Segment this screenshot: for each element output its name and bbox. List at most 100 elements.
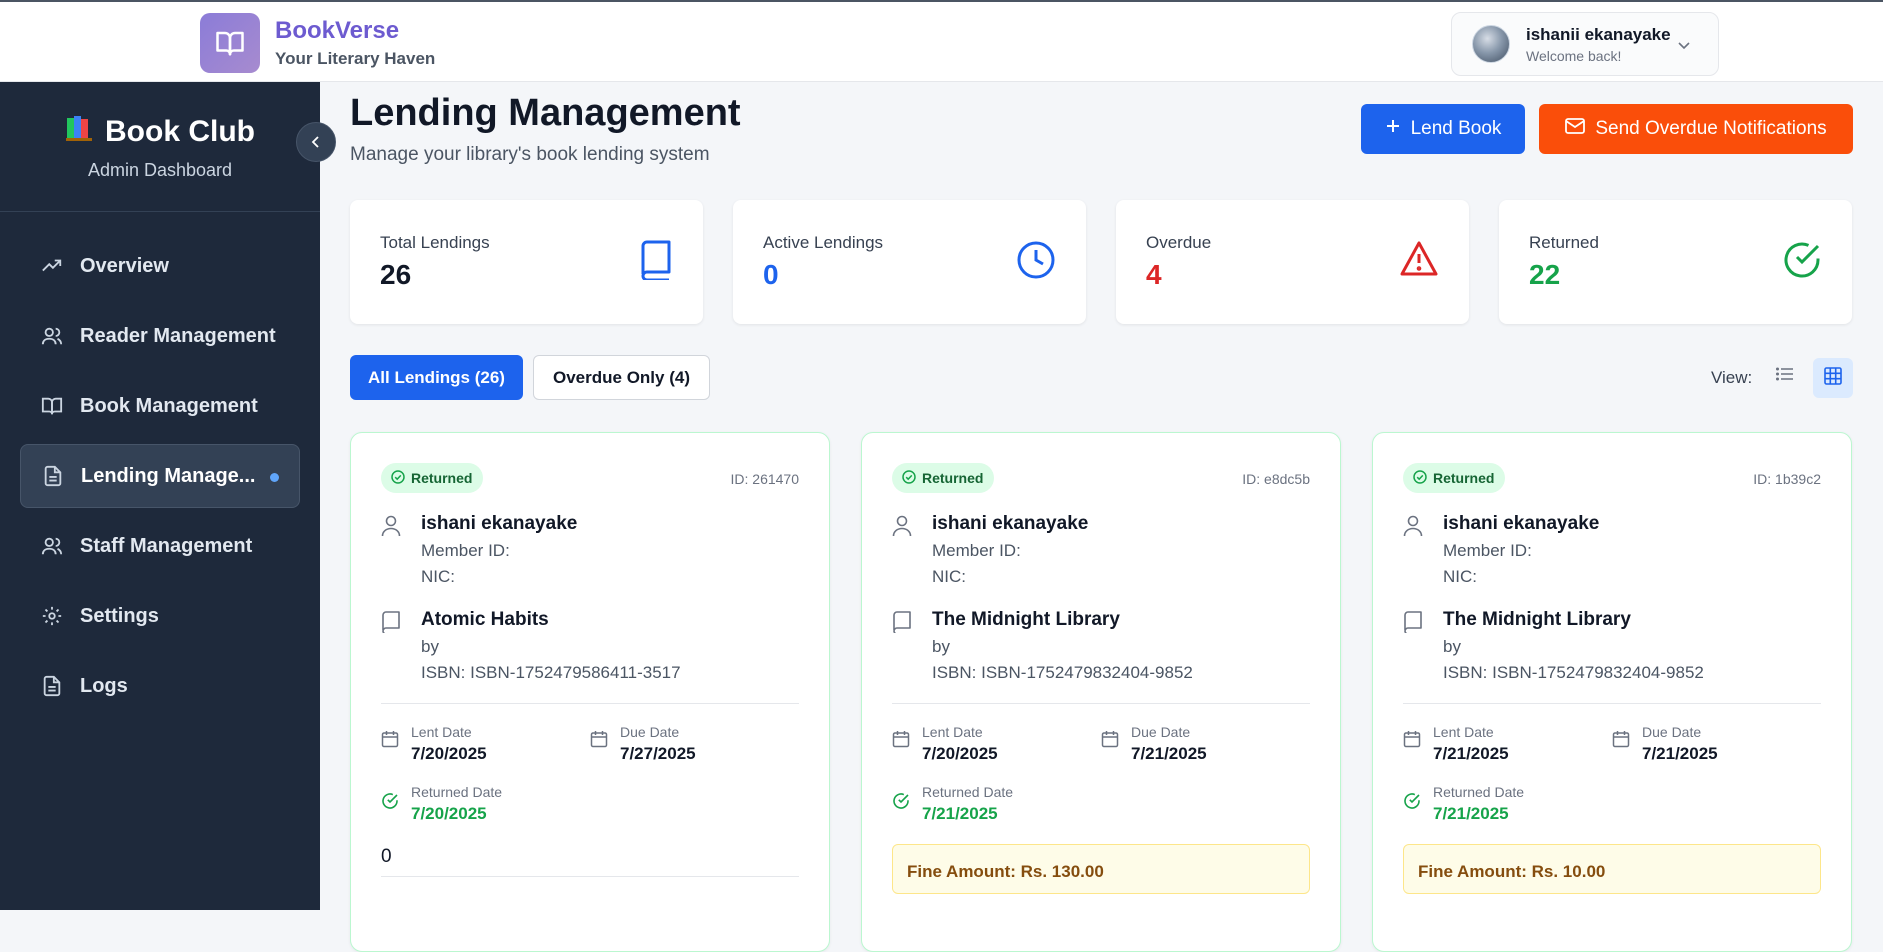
sidebar-item-label: Lending Manage... bbox=[81, 464, 256, 487]
collapse-sidebar-button[interactable] bbox=[296, 122, 336, 162]
stat-value: 22 bbox=[1529, 259, 1561, 290]
page-title: Lending Management bbox=[350, 92, 741, 134]
sidebar-item-label: Book Management bbox=[80, 394, 258, 417]
check-circle-icon bbox=[902, 469, 916, 487]
sidebar-item-book-management[interactable]: Book Management bbox=[20, 374, 300, 438]
nic: NIC: bbox=[932, 567, 966, 586]
mail-icon bbox=[1565, 118, 1586, 140]
book-isbn: ISBN: ISBN-1752479586411-3517 bbox=[421, 663, 681, 682]
lent-date: 7/21/2025 bbox=[1433, 744, 1509, 763]
tab-overdue-only[interactable]: Overdue Only (4) bbox=[533, 355, 710, 400]
stat-card-returned: Returned 22 bbox=[1499, 200, 1852, 324]
book-title: The Midnight Library bbox=[1443, 609, 1631, 630]
active-indicator-dot bbox=[270, 473, 279, 482]
lending-card[interactable]: Returned ID: 261470 ishani ekanayake Mem… bbox=[350, 432, 830, 952]
calendar-icon bbox=[1101, 724, 1121, 764]
document-icon bbox=[41, 464, 65, 488]
book-title: Atomic Habits bbox=[421, 609, 549, 630]
user-icon bbox=[892, 513, 916, 587]
stat-label: Returned bbox=[1529, 233, 1599, 252]
sidebar-item-lending-management[interactable]: Lending Manage... bbox=[20, 444, 300, 508]
send-overdue-label: Send Overdue Notifications bbox=[1595, 118, 1827, 139]
top-bar: BookVerse Your Literary Haven ishanii ek… bbox=[0, 0, 1883, 82]
check-circle-icon bbox=[381, 784, 401, 824]
book-isbn: ISBN: ISBN-1752479832404-9852 bbox=[932, 663, 1193, 682]
due-date-label: Due Date bbox=[1131, 724, 1191, 740]
books-icon bbox=[65, 114, 95, 150]
clock-icon bbox=[1016, 240, 1056, 285]
book-title: The Midnight Library bbox=[932, 609, 1120, 630]
lent-date-label: Lent Date bbox=[411, 724, 472, 740]
status-badge: Returned bbox=[381, 463, 484, 493]
calendar-icon bbox=[1612, 724, 1632, 764]
stat-value: 26 bbox=[380, 259, 412, 290]
returned-date-label: Returned Date bbox=[411, 784, 503, 800]
stat-card-active-lendings: Active Lendings 0 bbox=[733, 200, 1086, 324]
sidebar-item-reader-management[interactable]: Reader Management bbox=[20, 304, 300, 368]
status-badge: Returned bbox=[1403, 463, 1506, 493]
returned-date: 7/20/2025 bbox=[411, 804, 487, 823]
sidebar-nav: Overview Reader Management Book Manageme… bbox=[20, 234, 300, 724]
book-author: by bbox=[932, 637, 950, 656]
lend-book-button[interactable]: Lend Book bbox=[1361, 104, 1525, 154]
lending-id: ID: e8dc5b bbox=[1242, 471, 1310, 487]
returned-date: 7/21/2025 bbox=[922, 804, 998, 823]
sidebar-item-staff-management[interactable]: Staff Management bbox=[20, 514, 300, 578]
calendar-icon bbox=[381, 724, 401, 764]
stat-label: Active Lendings bbox=[763, 233, 884, 252]
sidebar-subtitle: Admin Dashboard bbox=[87, 160, 233, 180]
sidebar-item-logs[interactable]: Logs bbox=[20, 654, 300, 718]
page-subtitle: Manage your library's book lending syste… bbox=[350, 144, 710, 165]
stat-label: Total Lendings bbox=[380, 233, 490, 252]
due-date: 7/27/2025 bbox=[620, 744, 696, 763]
stat-label: Overdue bbox=[1146, 233, 1212, 252]
status-text: Returned bbox=[411, 470, 473, 486]
user-menu[interactable]: ishanii ekanayake Welcome back! bbox=[1451, 12, 1719, 76]
send-overdue-notifications-button[interactable]: Send Overdue Notifications bbox=[1539, 104, 1853, 154]
sidebar-item-settings[interactable]: Settings bbox=[20, 584, 300, 648]
user-welcome: Welcome back! bbox=[1526, 47, 1622, 64]
sidebar-title-text: Book Club bbox=[105, 115, 255, 148]
divider bbox=[381, 703, 799, 704]
sidebar-item-label: Overview bbox=[80, 254, 169, 277]
lent-date-label: Lent Date bbox=[922, 724, 983, 740]
grid-view-button[interactable] bbox=[1813, 358, 1853, 398]
nic: NIC: bbox=[1443, 567, 1477, 586]
returned-date: 7/21/2025 bbox=[1433, 804, 1509, 823]
sidebar-item-label: Reader Management bbox=[80, 324, 276, 347]
trending-up-icon bbox=[40, 254, 64, 278]
reader-name: ishani ekanayake bbox=[932, 513, 1089, 534]
lending-id: ID: 261470 bbox=[730, 471, 800, 487]
returned-date-label: Returned Date bbox=[922, 784, 1014, 800]
divider bbox=[892, 703, 1310, 704]
sidebar: Book Club Admin Dashboard Overview Reade… bbox=[0, 82, 336, 910]
reader-name: ishani ekanayake bbox=[421, 513, 578, 534]
list-view-button[interactable] bbox=[1767, 358, 1803, 394]
lent-date-label: Lent Date bbox=[1433, 724, 1494, 740]
status-text: Returned bbox=[922, 470, 984, 486]
list-icon bbox=[1775, 366, 1794, 386]
view-label: View: bbox=[1711, 368, 1753, 387]
avatar bbox=[1472, 25, 1510, 63]
plus-icon bbox=[1385, 118, 1401, 140]
lending-card[interactable]: Returned ID: e8dc5b ishani ekanayake Mem… bbox=[861, 432, 1341, 952]
check-circle-icon bbox=[892, 784, 912, 824]
grid-icon bbox=[1824, 366, 1842, 390]
brand[interactable]: BookVerse Your Literary Haven bbox=[200, 13, 435, 73]
reader-name: ishani ekanayake bbox=[1443, 513, 1600, 534]
calendar-icon bbox=[1403, 724, 1423, 764]
due-date-label: Due Date bbox=[1642, 724, 1702, 740]
nic: NIC: bbox=[421, 567, 455, 586]
chevron-down-icon[interactable] bbox=[1676, 37, 1692, 58]
calendar-icon bbox=[892, 724, 912, 764]
lending-card[interactable]: Returned ID: 1b39c2 ishani ekanayake Mem… bbox=[1372, 432, 1852, 952]
due-date-label: Due Date bbox=[620, 724, 680, 740]
check-circle-icon bbox=[1782, 240, 1822, 285]
users-icon bbox=[40, 324, 64, 348]
status-badge: Returned bbox=[892, 463, 995, 493]
check-circle-icon bbox=[1413, 469, 1427, 487]
tab-all-lendings[interactable]: All Lendings (26) bbox=[350, 355, 523, 400]
sidebar-item-overview[interactable]: Overview bbox=[20, 234, 300, 298]
book-open-icon bbox=[200, 13, 260, 73]
user-icon bbox=[381, 513, 405, 587]
